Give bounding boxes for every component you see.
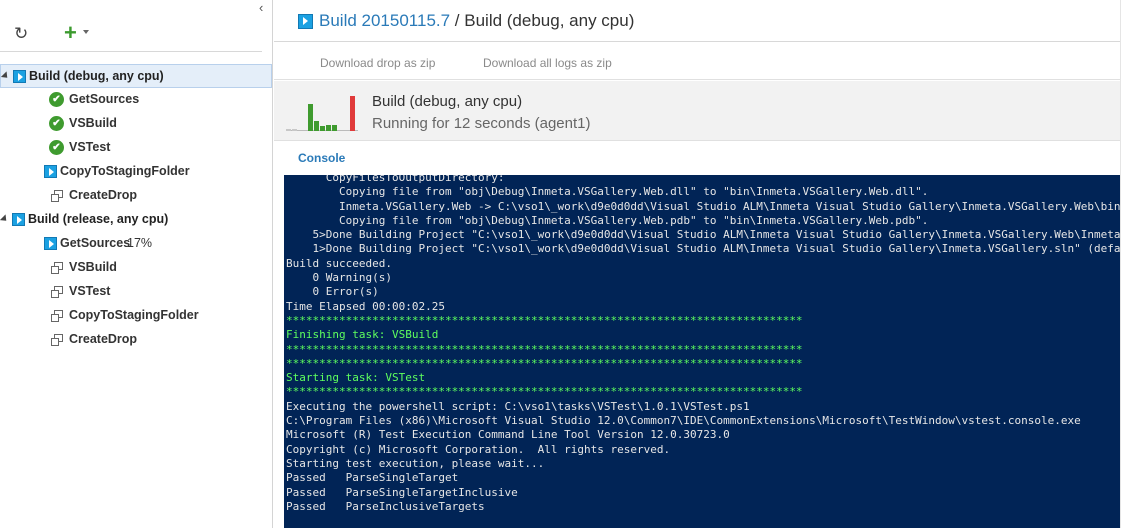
expander-icon[interactable]	[0, 214, 10, 224]
tree-item-label: Build (release, any cpu)	[28, 212, 169, 226]
tree-item-label: GetSources	[60, 236, 131, 250]
console-line: ****************************************…	[286, 356, 803, 370]
tree-item[interactable]: VSBuild	[0, 256, 272, 280]
console-line: 0 Warning(s)	[286, 271, 392, 285]
console-line: Copying file from "obj\Debug\Inmeta.VSGa…	[286, 185, 929, 199]
history-bar[interactable]	[292, 129, 297, 131]
tree-item-label: CreateDrop	[69, 188, 138, 202]
console-line: 5>Done Building Project "C:\vso1\_work\d…	[286, 228, 1121, 242]
console-line: Microsoft (R) Test Execution Command Lin…	[286, 428, 730, 442]
history-bar[interactable]	[320, 126, 325, 131]
page-title: Build 20150115.7 / Build (debug, any cpu…	[319, 11, 634, 31]
play-icon	[13, 70, 26, 83]
tree-item[interactable]: ✔ VSBuild	[0, 112, 272, 136]
history-bar[interactable]	[308, 104, 313, 131]
console-line: Executing the powershell script: C:\vso1…	[286, 399, 750, 413]
build-link[interactable]: Build 20150115.7	[319, 11, 450, 30]
tree-item[interactable]: VSTest	[0, 280, 272, 304]
console-line: Time Elapsed 00:00:02.25	[286, 299, 445, 313]
check-icon: ✔	[49, 140, 64, 155]
tree-item[interactable]: ✔ VSTest	[0, 136, 272, 160]
history-bar[interactable]	[332, 125, 337, 131]
console-line: C:\Program Files (x86)\Microsoft Visual …	[286, 414, 1081, 428]
console-line: Passed ParseSingleTarget	[286, 471, 459, 485]
console-line: Finishing task: VSBuild	[286, 328, 439, 342]
check-icon: ✔	[49, 116, 64, 131]
sidebar-toolbar: ↻ +	[0, 12, 262, 52]
tree-item[interactable]: ✔ GetSources	[0, 88, 272, 112]
page-header: Build 20150115.7 / Build (debug, any cpu…	[274, 0, 1120, 42]
tree-item[interactable]: GetSources 17%	[0, 232, 272, 256]
play-icon	[298, 14, 313, 29]
task-icon	[51, 262, 63, 274]
tree-item-label: VSTest	[69, 284, 111, 298]
console-line: Starting task: VSTest	[286, 371, 426, 385]
actions-bar: Download drop as zip Download all logs a…	[274, 42, 1120, 80]
main-panel: Build 20150115.7 / Build (debug, any cpu…	[274, 0, 1125, 528]
tree-group[interactable]: Build (release, any cpu)	[0, 208, 272, 232]
summary-title: Build (debug, any cpu)	[372, 93, 523, 110]
tab-console[interactable]: Console	[298, 151, 345, 165]
sidebar: ‹ ↻ + Build (debug, any cpu) ✔ GetSources ✔…	[0, 0, 273, 528]
tree-group[interactable]: Build (debug, any cpu)	[0, 64, 272, 88]
console-output[interactable]: CopyFilesToOutputDirectory: Copying file…	[284, 175, 1125, 528]
tree-item-label: VSBuild	[69, 260, 117, 274]
console-line: ****************************************…	[286, 385, 803, 399]
console-line: Build succeeded.	[286, 256, 392, 270]
console-line: CopyFilesToOutputDirectory:	[286, 175, 505, 184]
tree-item[interactable]: CopyToStagingFolder	[0, 160, 272, 184]
chevron-down-icon[interactable]	[83, 30, 89, 34]
console-line: Copyright (c) Microsoft Corporation. All…	[286, 442, 671, 456]
build-tree: Build (debug, any cpu) ✔ GetSources ✔ VSBuil…	[0, 64, 272, 352]
tree-item[interactable]: CreateDrop	[0, 328, 272, 352]
history-bar[interactable]	[326, 125, 331, 131]
build-summary: Build (debug, any cpu) Running for 12 se…	[274, 81, 1120, 141]
tree-item-label: CreateDrop	[69, 332, 138, 346]
tree-item-label: CopyToStagingFolder	[69, 308, 199, 322]
console-line: Inmeta.VSGallery.Web -> C:\vso1\_work\d9…	[286, 199, 1121, 213]
play-icon	[44, 165, 57, 178]
play-icon	[44, 237, 57, 250]
console-line: Starting test execution, please wait...	[286, 456, 545, 470]
console-line: ****************************************…	[286, 342, 803, 356]
tab-bar: Console	[274, 141, 1120, 175]
tree-item[interactable]: CopyToStagingFolder	[0, 304, 272, 328]
tree-item-label: VSTest	[69, 140, 111, 154]
tree-item[interactable]: CreateDrop	[0, 184, 272, 208]
expander-icon[interactable]	[0, 71, 11, 81]
refresh-icon[interactable]: ↻	[14, 25, 28, 42]
summary-status: Running for 12 seconds (agent1)	[372, 115, 591, 132]
check-icon: ✔	[49, 92, 64, 107]
task-icon	[51, 286, 63, 298]
console-lines: CopyFilesToOutputDirectory: Copying file…	[286, 175, 1120, 514]
app-root: ‹ ↻ + Build (debug, any cpu) ✔ GetSources ✔…	[0, 0, 1125, 528]
console-line: 1>Done Building Project "C:\vso1\_work\d…	[286, 242, 1121, 256]
console-line: Passed ParseInclusiveTargets	[286, 499, 485, 513]
console-line: ****************************************…	[286, 313, 803, 327]
build-history-chart	[286, 91, 358, 131]
console-line: Passed ParseSingleTargetInclusive	[286, 485, 518, 499]
right-scroll-edge	[1120, 0, 1125, 528]
download-drop-button[interactable]: Download drop as zip	[320, 56, 435, 70]
task-icon	[51, 310, 63, 322]
console-line: 0 Error(s)	[286, 285, 379, 299]
history-bar[interactable]	[350, 96, 355, 131]
console-line: Copying file from "obj\Debug\Inmeta.VSGa…	[286, 213, 929, 227]
progress-label: 17%	[127, 236, 153, 250]
tree-item-label: GetSources	[69, 92, 140, 106]
download-logs-button[interactable]: Download all logs as zip	[483, 56, 612, 70]
tree-item-label: CopyToStagingFolder	[60, 164, 190, 178]
tree-item-label: Build (debug, any cpu)	[29, 69, 164, 83]
play-icon	[12, 213, 25, 226]
add-icon[interactable]: +	[64, 22, 77, 44]
tree-item-label: VSBuild	[69, 116, 117, 130]
history-bar[interactable]	[314, 121, 319, 131]
task-icon	[51, 190, 63, 202]
history-bar[interactable]	[286, 129, 291, 131]
title-separator: /	[450, 11, 465, 30]
task-icon	[51, 334, 63, 346]
title-suffix: Build (debug, any cpu)	[464, 11, 635, 30]
